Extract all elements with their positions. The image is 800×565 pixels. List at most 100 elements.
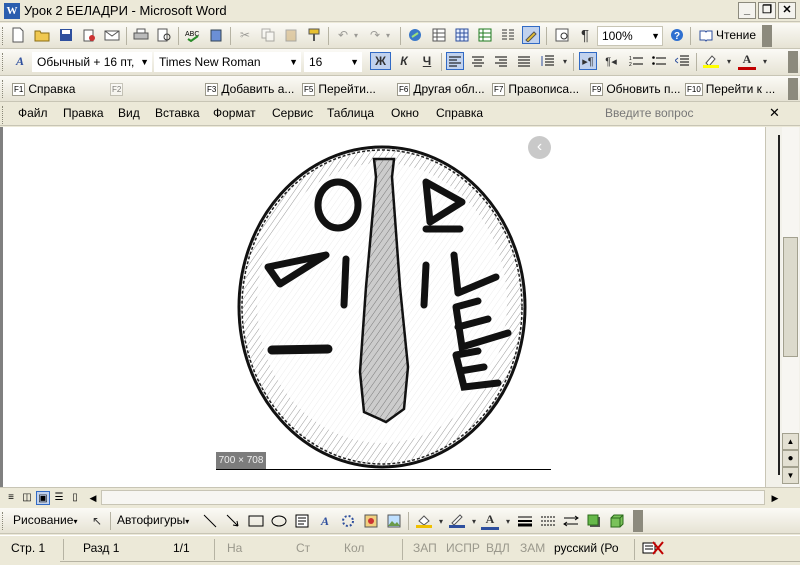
maximize-button[interactable]: ❐ xyxy=(758,2,776,19)
chevron-down-icon[interactable]: ▾ xyxy=(756,52,774,70)
rtl-paragraph-icon[interactable]: ¶◂ xyxy=(602,52,620,70)
cut-icon[interactable]: ✂ xyxy=(236,26,254,44)
new-document-icon[interactable] xyxy=(9,26,27,44)
menu-tools[interactable]: Сервис xyxy=(272,106,313,120)
fkey-f9[interactable]: F9 Обновить п... xyxy=(590,80,680,98)
scroll-right-icon[interactable]: ▶ xyxy=(768,491,782,505)
print-layout-icon[interactable]: ▣ xyxy=(36,491,50,505)
menu-file[interactable]: Файл xyxy=(18,106,48,120)
fkey-f1[interactable]: F1 Справка xyxy=(12,80,102,98)
outline-view-icon[interactable]: ☰ xyxy=(52,491,66,505)
toolbar-grip[interactable] xyxy=(2,512,5,530)
word-app-icon[interactable]: W xyxy=(4,3,20,19)
reading-layout-icon[interactable] xyxy=(697,26,715,44)
browse-object-icon[interactable]: ● xyxy=(782,450,799,467)
status-extend-selection[interactable]: ВДЛ xyxy=(486,541,510,555)
menu-view[interactable]: Вид xyxy=(118,106,140,120)
horizontal-scroll-track[interactable] xyxy=(101,490,765,505)
fkey-f5[interactable]: F5 Перейти... xyxy=(302,80,392,98)
line-tool-icon[interactable] xyxy=(201,512,219,530)
email-icon[interactable] xyxy=(103,26,121,44)
print-icon[interactable] xyxy=(132,26,150,44)
coin-image[interactable] xyxy=(216,137,552,470)
menu-help[interactable]: Справка xyxy=(436,106,483,120)
arrow-tool-icon[interactable] xyxy=(224,512,242,530)
toolbar-grip[interactable] xyxy=(2,80,5,98)
tables-borders-icon[interactable] xyxy=(430,26,448,44)
toolbar-options-icon[interactable] xyxy=(788,51,798,73)
bullets-icon[interactable] xyxy=(650,52,668,70)
format-painter-icon[interactable] xyxy=(305,26,323,44)
underline-button[interactable]: Ч xyxy=(418,52,436,70)
chevron-down-icon[interactable]: ▾ xyxy=(720,52,738,70)
undo-dropdown-arrow[interactable]: ▾ xyxy=(347,26,365,44)
font-size-select[interactable]: 16 ▼ xyxy=(304,52,362,72)
text-box-icon[interactable] xyxy=(293,512,311,530)
3d-style-icon[interactable] xyxy=(608,512,626,530)
fkey-f10[interactable]: F10 Перейти к ... xyxy=(685,80,777,98)
line-color-icon[interactable] xyxy=(448,512,466,530)
research-icon[interactable] xyxy=(207,26,225,44)
menu-insert[interactable]: Вставка xyxy=(155,106,200,120)
close-document-icon[interactable]: ✕ xyxy=(769,105,780,121)
diagram-icon[interactable] xyxy=(339,512,357,530)
redo-dropdown-arrow[interactable]: ▾ xyxy=(379,26,397,44)
normal-view-icon[interactable]: ≡ xyxy=(4,491,18,505)
menu-format[interactable]: Формат xyxy=(213,106,256,120)
line-style-icon[interactable] xyxy=(516,512,534,530)
paste-icon[interactable] xyxy=(282,26,300,44)
align-right-icon[interactable] xyxy=(492,52,510,70)
autoshapes-menu[interactable]: Автофигуры▾ xyxy=(117,513,189,527)
insert-picture-icon[interactable] xyxy=(385,512,403,530)
menu-edit[interactable]: Правка xyxy=(63,106,104,120)
toolbar-options-icon[interactable] xyxy=(788,78,798,100)
reading-view-icon[interactable]: ▯ xyxy=(68,491,82,505)
font-select[interactable]: Times New Roman ▼ xyxy=(154,52,301,72)
show-formatting-icon[interactable]: ¶ xyxy=(576,26,594,44)
menu-window[interactable]: Окно xyxy=(391,106,419,120)
ltr-paragraph-icon[interactable]: ▸¶ xyxy=(579,52,597,70)
select-objects-icon[interactable]: ↖ xyxy=(88,512,106,530)
minimize-button[interactable]: _ xyxy=(738,2,756,19)
chevron-down-icon[interactable]: ▾ xyxy=(499,512,517,530)
drawing-font-color-icon[interactable]: A xyxy=(481,512,499,530)
permission-icon[interactable] xyxy=(80,26,98,44)
wordart-icon[interactable]: A xyxy=(316,512,334,530)
previous-page-icon[interactable]: ▲ xyxy=(782,433,799,450)
fkey-f7[interactable]: F7 Правописа... xyxy=(492,80,585,98)
insert-excel-icon[interactable] xyxy=(476,26,494,44)
decrease-indent-icon[interactable] xyxy=(673,52,691,70)
numbering-icon[interactable]: 12 xyxy=(627,52,645,70)
toolbar-grip[interactable] xyxy=(2,53,5,71)
align-left-icon[interactable] xyxy=(446,52,464,70)
drawing-toggle-icon[interactable] xyxy=(522,26,540,44)
open-folder-icon[interactable] xyxy=(33,26,51,44)
menu-table[interactable]: Таблица xyxy=(327,106,374,120)
document-map-icon[interactable] xyxy=(553,26,571,44)
print-preview-icon[interactable] xyxy=(155,26,173,44)
dash-style-icon[interactable] xyxy=(539,512,557,530)
highlight-icon[interactable] xyxy=(702,52,720,70)
style-select[interactable]: Обычный + 16 пт, ▼ xyxy=(32,52,152,72)
status-overtype[interactable]: ЗАМ xyxy=(520,541,545,555)
save-icon[interactable] xyxy=(57,26,75,44)
toolbar-options-icon[interactable] xyxy=(762,25,772,47)
status-track-changes[interactable]: ИСПР xyxy=(446,541,480,555)
hyperlink-icon[interactable] xyxy=(407,26,425,44)
scroll-thumb[interactable] xyxy=(783,237,798,357)
fill-color-icon[interactable] xyxy=(415,512,433,530)
draw-menu[interactable]: Рисование▾ xyxy=(13,513,77,527)
fkey-f3[interactable]: F3 Добавить а... xyxy=(205,80,297,98)
shadow-style-icon[interactable] xyxy=(585,512,603,530)
bold-button[interactable]: Ж xyxy=(370,52,391,70)
italic-button[interactable]: К xyxy=(395,52,413,70)
oval-tool-icon[interactable] xyxy=(270,512,288,530)
styles-formatting-icon[interactable]: A xyxy=(11,52,29,70)
web-view-icon[interactable]: ◫ xyxy=(20,491,34,505)
spelling-status-icon[interactable] xyxy=(641,539,665,560)
toolbar-grip[interactable] xyxy=(2,106,5,124)
ask-question-box[interactable]: Введите вопрос xyxy=(605,106,694,120)
rectangle-tool-icon[interactable] xyxy=(247,512,265,530)
align-center-icon[interactable] xyxy=(469,52,487,70)
copy-icon[interactable] xyxy=(259,26,277,44)
